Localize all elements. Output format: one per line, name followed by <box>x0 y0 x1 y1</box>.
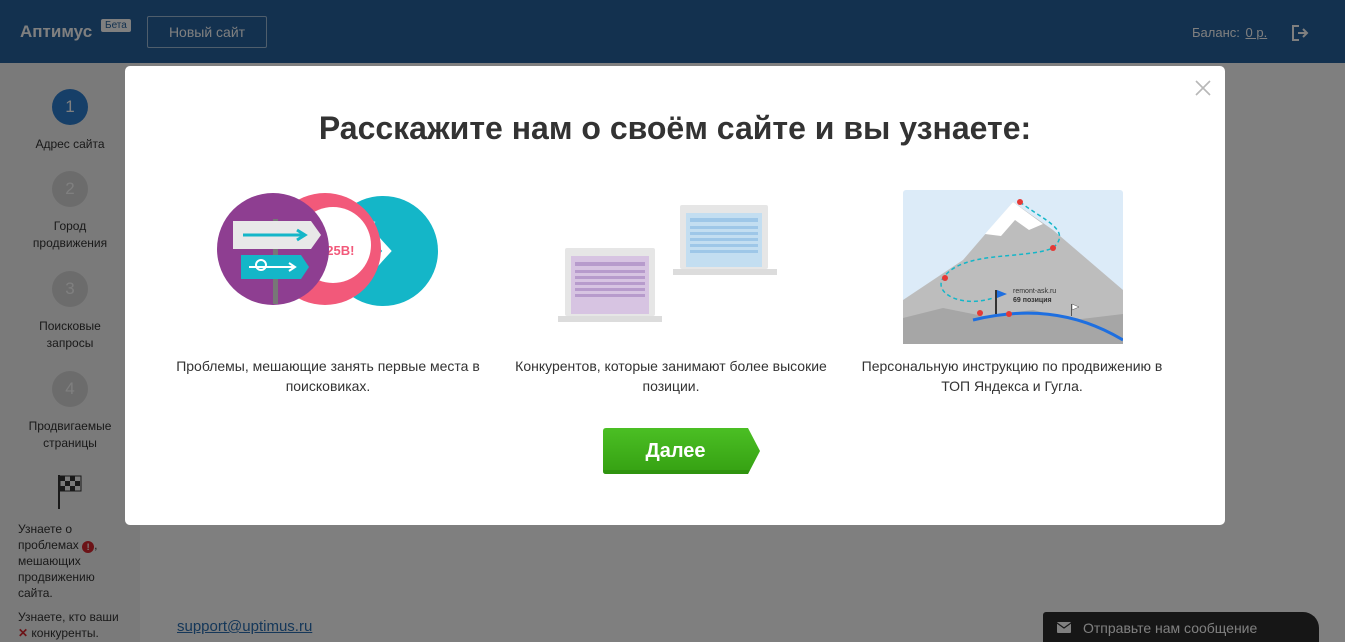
feature-instruction-text: Персональную инструкцию по продвижению в… <box>861 358 1163 394</box>
position-label: 69 позиция <box>1013 297 1052 304</box>
feature-problems-text: Проблемы, мешающие занять первые места в… <box>176 358 480 394</box>
mountain-illustration: remont-ask.ru 69 позиция <box>903 190 1123 344</box>
competitors-illustration <box>558 205 777 322</box>
feature-competitors-text: Конкурентов, которые занимают более высо… <box>515 358 827 394</box>
next-button-label: Далее <box>645 439 706 462</box>
close-icon[interactable] <box>1193 78 1213 98</box>
signpost-illustration: 325B! <box>217 193 438 306</box>
next-button[interactable]: Далее <box>603 428 760 474</box>
site-name-label: remont-ask.ru <box>1013 288 1056 295</box>
modal-title: Расскажите нам о своём сайте и вы узнает… <box>318 110 1032 146</box>
intro-modal: Расскажите нам о своём сайте и вы узнает… <box>125 66 1225 525</box>
